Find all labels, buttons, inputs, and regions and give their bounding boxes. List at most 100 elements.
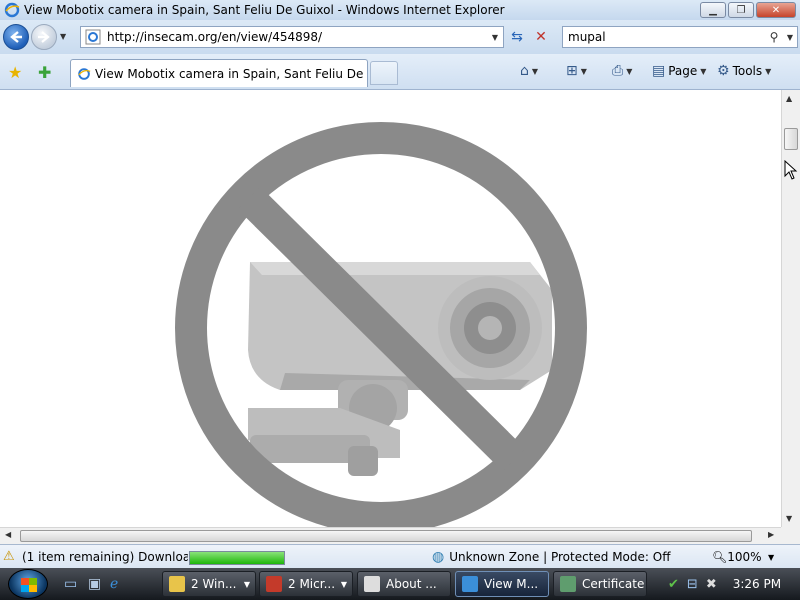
tools-menu-button[interactable]: ⚙ Tools ▼ xyxy=(717,63,771,79)
address-field[interactable]: http://insecam.org/en/view/454898/ ▼ xyxy=(80,26,504,48)
page-menu-label: Page xyxy=(668,64,698,78)
taskbar-button-label: 2 Micr... xyxy=(288,577,336,591)
taskbar-button-label: 2 Win... xyxy=(191,577,237,591)
zone-label: Unknown Zone | Protected Mode: Off xyxy=(449,550,671,564)
zoom-level[interactable]: 🔍︎100% xyxy=(712,550,762,564)
page-icon: ▤ xyxy=(652,63,666,79)
tab-current[interactable]: View Mobotix camera in Spain, Sant Feliu… xyxy=(70,59,368,87)
forward-arrow-icon xyxy=(38,31,50,43)
magnifier-icon: 🔍︎ xyxy=(712,550,728,564)
zoom-value: 100% xyxy=(727,550,762,564)
page-content xyxy=(0,90,781,527)
globe-icon: ◍ xyxy=(432,549,445,565)
tools-menu-label: Tools xyxy=(732,64,763,78)
tab-command-row: ★ ✚ View Mobotix camera in Spain, Sant F… xyxy=(0,54,800,90)
home-dropdown-icon[interactable]: ▼ xyxy=(532,67,538,76)
favorites-center-star-icon[interactable]: ★ xyxy=(8,63,22,82)
taskbar-button-about[interactable]: About ... xyxy=(357,571,451,597)
ie-icon xyxy=(4,2,20,18)
zoom-dropdown-icon[interactable]: ▼ xyxy=(768,553,774,562)
recent-pages-dropdown-icon[interactable]: ▼ xyxy=(60,32,66,41)
system-tray: ✔ ⊟ ✖ 3:26 PM xyxy=(660,571,800,597)
back-arrow-icon xyxy=(10,31,22,43)
no-camera-image xyxy=(175,122,587,527)
tab-label: View Mobotix camera in Spain, Sant Feliu… xyxy=(95,66,367,81)
group-dropdown-icon: ▼ xyxy=(243,579,250,589)
switch-windows-icon[interactable]: ▣ xyxy=(88,576,101,592)
warning-icon: ⚠ xyxy=(3,549,15,564)
taskbar-button-label: View M... xyxy=(484,577,539,591)
address-url[interactable]: http://insecam.org/en/view/454898/ xyxy=(107,30,487,44)
page-dropdown-icon: ▼ xyxy=(700,66,707,76)
taskbar-button-view[interactable]: View M... xyxy=(455,571,549,597)
address-row: ▼ http://insecam.org/en/view/454898/ ▼ ⇆… xyxy=(0,20,800,54)
feeds-dropdown-icon[interactable]: ▼ xyxy=(581,67,587,76)
feeds-button[interactable]: ⊞ ▼ xyxy=(566,63,587,79)
close-button[interactable]: ✕ xyxy=(756,2,796,18)
security-zone[interactable]: ◍ Unknown Zone | Protected Mode: Off xyxy=(432,549,670,565)
search-icon[interactable]: ⚲ xyxy=(765,30,783,44)
folder-icon xyxy=(169,576,185,592)
volume-muted-icon[interactable]: ✖ xyxy=(706,577,717,592)
progress-fill xyxy=(190,552,284,564)
forward-button[interactable] xyxy=(31,24,57,50)
scroll-up-arrow-icon[interactable]: ▲ xyxy=(786,94,792,103)
search-options-dropdown-icon[interactable]: ▼ xyxy=(783,33,797,42)
page-menu-button[interactable]: ▤ Page ▼ xyxy=(652,63,706,79)
status-text: (1 item remaining) Downloading xyxy=(22,550,188,564)
page-favicon-icon xyxy=(85,29,101,45)
taskbar-button-windows[interactable]: 2 Win... ▼ xyxy=(162,571,256,597)
home-icon: ⌂ xyxy=(520,63,529,79)
taskbar: ▭ ▣ ℯ 2 Win... ▼ 2 Micr... ▼ About ... V… xyxy=(0,568,800,600)
tools-dropdown-icon: ▼ xyxy=(765,66,772,76)
taskbar-button-label: Certificate xyxy=(582,577,645,591)
new-tab-button[interactable] xyxy=(370,61,398,85)
stop-icon: ✕ xyxy=(535,29,547,45)
stop-button[interactable]: ✕ xyxy=(530,26,552,48)
print-dropdown-icon[interactable]: ▼ xyxy=(626,67,632,76)
quicklaunch-ie-icon[interactable]: ℯ xyxy=(110,576,118,592)
vertical-scroll-thumb[interactable] xyxy=(784,128,798,150)
taskbar-button-label: About ... xyxy=(386,577,437,591)
taskbar-button-microsoft[interactable]: 2 Micr... ▼ xyxy=(259,571,353,597)
printer-icon: ⎙ xyxy=(612,63,624,79)
security-shield-icon[interactable]: ✔ xyxy=(668,577,679,592)
refresh-button[interactable]: ⇆ xyxy=(506,26,528,48)
add-favorites-icon[interactable]: ✚ xyxy=(38,63,51,82)
vertical-scrollbar[interactable]: ▲ ▼ xyxy=(781,90,800,527)
address-dropdown-icon[interactable]: ▼ xyxy=(487,33,503,42)
certificate-icon xyxy=(560,576,576,592)
rss-feed-icon: ⊞ xyxy=(566,63,578,79)
gear-icon: ⚙ xyxy=(717,63,730,79)
print-button[interactable]: ⎙ ▼ xyxy=(612,63,632,79)
ie-icon xyxy=(462,576,478,592)
mouse-cursor-icon xyxy=(784,160,798,180)
title-bar: View Mobotix camera in Spain, Sant Feliu… xyxy=(0,0,800,20)
clock[interactable]: 3:26 PM xyxy=(733,577,781,591)
dialog-icon xyxy=(364,576,380,592)
network-icon[interactable]: ⊟ xyxy=(687,577,698,592)
scrollbar-corner xyxy=(781,527,800,544)
start-button[interactable] xyxy=(8,569,48,599)
taskbar-button-certificate[interactable]: Certificate xyxy=(553,571,647,597)
show-desktop-icon[interactable]: ▭ xyxy=(64,576,77,592)
app-icon xyxy=(266,576,282,592)
scroll-down-arrow-icon[interactable]: ▼ xyxy=(786,514,792,523)
scroll-right-arrow-icon[interactable]: ▶ xyxy=(768,530,774,539)
window-title: View Mobotix camera in Spain, Sant Feliu… xyxy=(24,3,505,17)
refresh-icon: ⇆ xyxy=(511,29,523,45)
download-progress-bar xyxy=(189,551,285,565)
window-controls: ▁ ❐ ✕ xyxy=(700,2,796,18)
tab-ie-icon xyxy=(78,67,91,80)
group-dropdown-icon: ▼ xyxy=(340,579,347,589)
status-bar: ⚠ (1 item remaining) Downloading ◍ Unkno… xyxy=(0,544,800,568)
search-box[interactable]: mupal ⚲ ▼ xyxy=(562,26,798,48)
horizontal-scroll-thumb[interactable] xyxy=(20,530,752,542)
home-button[interactable]: ⌂ ▼ xyxy=(520,63,538,79)
back-button[interactable] xyxy=(3,24,29,50)
minimize-button[interactable]: ▁ xyxy=(700,2,726,18)
search-input[interactable]: mupal xyxy=(563,30,765,44)
scroll-left-arrow-icon[interactable]: ◀ xyxy=(5,530,11,539)
maximize-button[interactable]: ❐ xyxy=(728,2,754,18)
horizontal-scrollbar[interactable]: ◀ ▶ xyxy=(0,527,781,544)
